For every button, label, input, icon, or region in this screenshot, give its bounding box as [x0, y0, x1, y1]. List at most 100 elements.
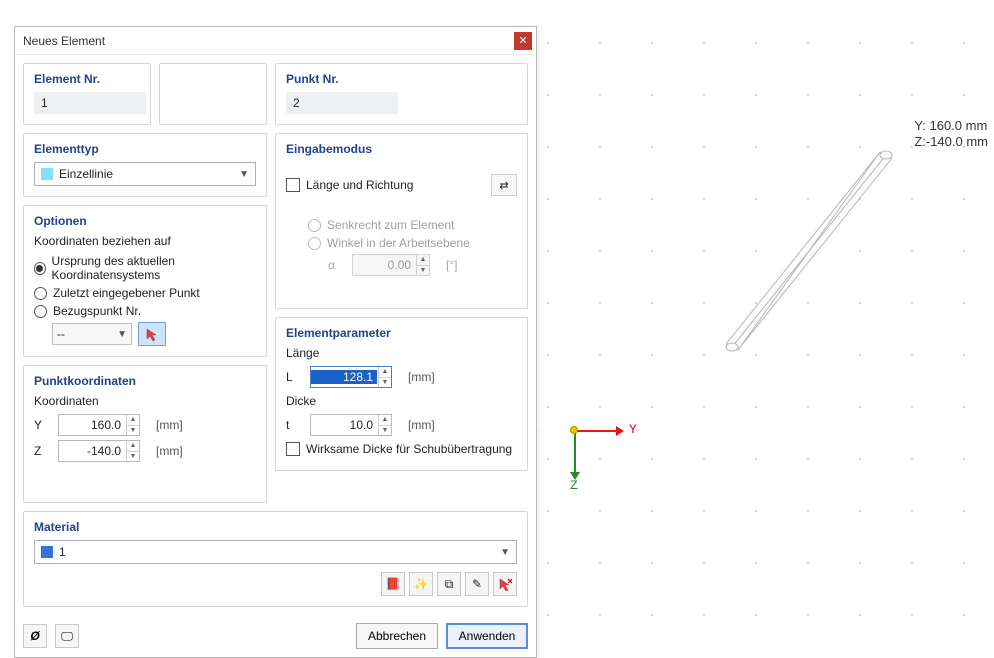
t-label: t [286, 418, 300, 432]
spin-down-icon[interactable]: ▼ [378, 378, 391, 388]
swap-direction-button[interactable]: ⇄ [491, 174, 517, 196]
readout-z: Z:-140.0 mm [914, 134, 988, 150]
help-icon: Ø [30, 629, 39, 643]
l-value: 128.1 [311, 370, 377, 384]
readout-y: Y: 160.0 mm [914, 118, 988, 134]
alpha-unit: [°] [446, 258, 457, 272]
alpha-value: 0.00 [353, 258, 415, 272]
axis-y-line [574, 430, 616, 432]
bezugspunkt-select[interactable]: -- ▼ [52, 323, 132, 345]
radio-winkel-label: Winkel in der Arbeitsebene [327, 236, 470, 250]
axis-z-label: Z [570, 478, 578, 493]
book-icon: 📕 [386, 577, 401, 591]
axis-y-label: Y [629, 422, 637, 437]
alpha-label: α [328, 258, 342, 272]
spin-down-icon[interactable]: ▼ [378, 426, 391, 436]
radio-zuletzt-label: Zuletzt eingegebener Punkt [53, 286, 200, 300]
material-swatch-icon [41, 546, 53, 558]
radio-bezugspunkt[interactable] [34, 305, 47, 318]
cancel-button[interactable]: Abbrechen [356, 623, 438, 649]
material-new-button[interactable]: ✨ [409, 572, 433, 596]
edit-icon: ✎ [472, 577, 482, 591]
spin-up-icon: ▲ [416, 255, 429, 266]
new-material-icon: ✨ [414, 577, 429, 591]
punkt-nr-value[interactable]: 2 [286, 92, 398, 114]
swap-arrows-icon: ⇄ [499, 179, 508, 192]
chevron-down-icon: ▼ [239, 169, 249, 180]
element-nr-label: Element Nr. [34, 72, 140, 86]
spin-down-icon[interactable]: ▼ [126, 452, 139, 462]
coord-y-unit: [mm] [156, 418, 183, 432]
optionen-label: Optionen [34, 214, 256, 228]
radio-senkrecht-label: Senkrecht zum Element [327, 218, 454, 232]
checkbox-wirksame-dicke[interactable] [286, 442, 300, 456]
coord-y-value: 160.0 [59, 418, 125, 432]
origin-marker-icon [570, 426, 578, 434]
screen-icon: 🖵 [61, 629, 73, 644]
element-shape[interactable] [720, 150, 900, 365]
material-edit-button[interactable]: ✎ [465, 572, 489, 596]
coord-z-input[interactable]: -140.0 ▲▼ [58, 440, 140, 462]
spin-up-icon[interactable]: ▲ [126, 415, 139, 426]
material-library-button[interactable]: 📕 [381, 572, 405, 596]
new-element-dialog: Neues Element ✕ Element Nr. 1 Punkt Nr. … [14, 26, 537, 658]
punkt-nr-label: Punkt Nr. [286, 72, 517, 86]
axis-z-line [574, 430, 576, 472]
radio-zuletzt[interactable] [34, 287, 47, 300]
checkbox-laenge-richtung[interactable] [286, 178, 300, 192]
radio-winkel [308, 237, 321, 250]
checkbox-wirksame-dicke-label: Wirksame Dicke für Schubübertragung [306, 442, 512, 456]
t-unit: [mm] [408, 418, 435, 432]
coordinate-readout: Y: 160.0 mm Z:-140.0 mm [914, 118, 988, 150]
elementparam-label: Elementparameter [286, 326, 517, 340]
thickness-input[interactable]: 10.0 ▲▼ [310, 414, 392, 436]
coord-y-label: Y [34, 418, 48, 432]
coord-z-value: -140.0 [59, 444, 125, 458]
help-button[interactable]: Ø [23, 624, 47, 648]
elementtyp-value: Einzellinie [59, 167, 113, 181]
elementtyp-swatch-icon [41, 168, 53, 180]
material-select[interactable]: 1 ▼ [34, 540, 517, 564]
pick-point-button[interactable] [138, 322, 166, 346]
material-copy-button[interactable]: ⧉ [437, 572, 461, 596]
material-value: 1 [59, 545, 66, 559]
spin-up-icon[interactable]: ▲ [126, 441, 139, 452]
radio-bezugspunkt-label: Bezugspunkt Nr. [53, 304, 141, 318]
radio-ursprung[interactable] [34, 262, 46, 275]
coord-y-input[interactable]: 160.0 ▲▼ [58, 414, 140, 436]
radio-senkrecht [308, 219, 321, 232]
spin-up-icon[interactable]: ▲ [378, 367, 391, 378]
spin-down-icon: ▼ [416, 266, 429, 276]
axis-y-arrow-icon [616, 426, 624, 436]
close-icon: ✕ [518, 34, 527, 47]
dicke-label: Dicke [286, 394, 517, 408]
optionen-sublabel: Koordinaten beziehen auf [34, 234, 256, 248]
spin-up-icon[interactable]: ▲ [378, 415, 391, 426]
close-button[interactable]: ✕ [514, 32, 532, 50]
view-options-button[interactable]: 🖵 [55, 624, 79, 648]
spin-down-icon[interactable]: ▼ [126, 426, 139, 436]
bezugspunkt-value: -- [57, 327, 65, 341]
material-delete-button[interactable] [493, 572, 517, 596]
apply-button[interactable]: Anwenden [446, 623, 528, 649]
length-input[interactable]: 128.1 ▲▼ [310, 366, 392, 388]
material-label: Material [34, 520, 517, 534]
t-value: 10.0 [311, 418, 377, 432]
element-nr-value[interactable]: 1 [34, 92, 146, 114]
cursor-pick-icon [145, 327, 159, 341]
punktkoord-label: Punktkoordinaten [34, 374, 256, 388]
copy-icon: ⧉ [445, 577, 454, 592]
axis-vertical-line [574, 0, 575, 622]
l-label: L [286, 370, 300, 384]
coord-z-unit: [mm] [156, 444, 183, 458]
eingabemodus-label: Eingabemodus [286, 142, 517, 156]
checkbox-laenge-richtung-label: Länge und Richtung [306, 178, 413, 192]
l-unit: [mm] [408, 370, 435, 384]
chevron-down-icon: ▼ [500, 547, 510, 558]
cursor-delete-icon [498, 577, 512, 591]
elementtyp-select[interactable]: Einzellinie ▼ [34, 162, 256, 186]
punktkoord-sublabel: Koordinaten [34, 394, 256, 408]
laenge-label: Länge [286, 346, 517, 360]
titlebar[interactable]: Neues Element ✕ [15, 27, 536, 55]
alpha-input: 0.00 ▲▼ [352, 254, 430, 276]
